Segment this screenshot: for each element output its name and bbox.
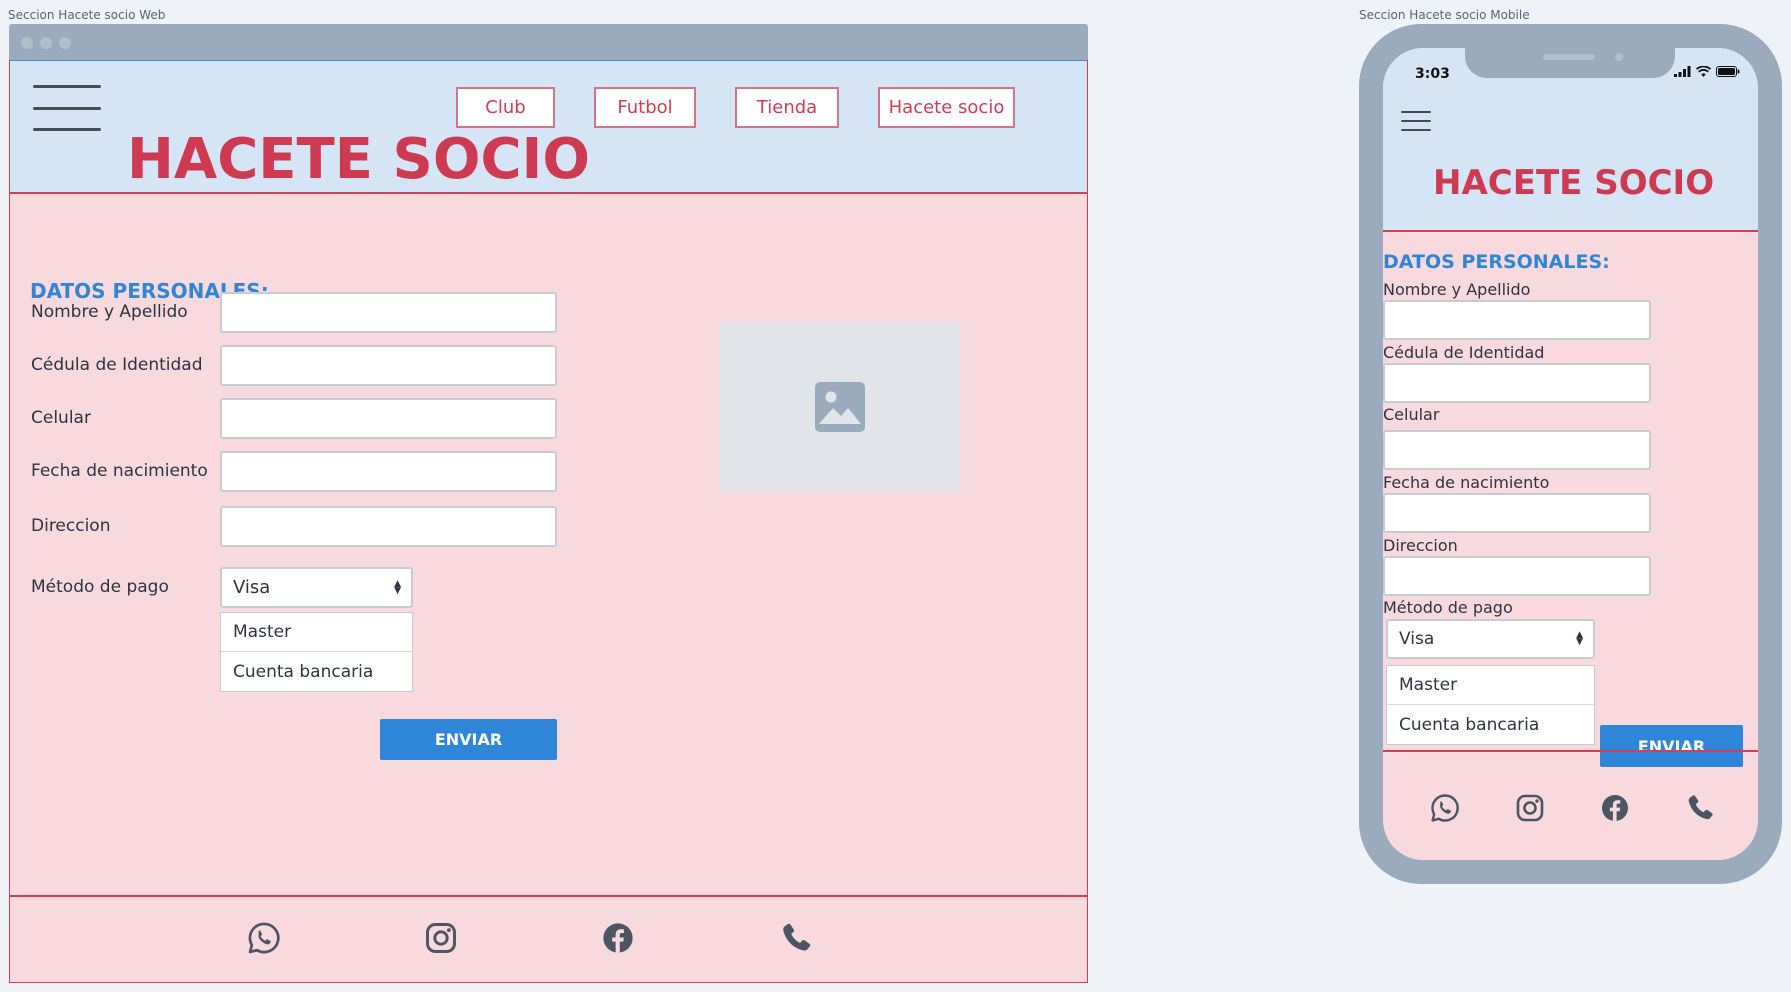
mobile-birthdate-input[interactable] <box>1383 493 1651 533</box>
select-caret-icon: ▲ ▼ <box>394 578 401 596</box>
mobile-whatsapp-icon[interactable] <box>1429 792 1461 824</box>
address-input[interactable] <box>220 506 557 547</box>
mobile-section-title: DATOS PERSONALES: <box>1383 251 1610 273</box>
web-footer <box>10 895 1087 983</box>
web-browser-frame: Club Futbol Tienda Hacete socio HACETE S… <box>9 24 1088 984</box>
payment-select[interactable]: Visa ▲ ▼ <box>220 567 413 608</box>
mobile-payment-selected-value: Visa <box>1399 629 1435 649</box>
mobile-field-label-address: Direccion <box>1383 536 1458 555</box>
instagram-icon[interactable] <box>423 920 459 956</box>
image-placeholder <box>719 323 960 491</box>
window-controls <box>21 37 71 49</box>
image-icon <box>814 382 865 432</box>
mobile-field-label-phone: Celular <box>1383 405 1440 424</box>
mobile-phone-icon[interactable] <box>1684 792 1716 824</box>
whatsapp-icon[interactable] <box>246 920 282 956</box>
mobile-footer <box>1383 750 1758 860</box>
mobile-field-label-name: Nombre y Apellido <box>1383 280 1531 299</box>
field-label-address: Direccion <box>31 516 111 536</box>
mobile-payment-option-master[interactable]: Master <box>1387 666 1594 705</box>
mobile-payment-select[interactable]: Visa ▲ ▼ <box>1386 619 1595 659</box>
mobile-header: 3:03 HACETE SOCIO <box>1383 48 1758 232</box>
phone-screen: 3:03 HACETE SOCIO DATOS PERSONALES: Nomb… <box>1383 48 1758 860</box>
mobile-payment-dropdown: Master Cuenta bancaria <box>1386 665 1595 745</box>
mobile-field-label-ci: Cédula de Identidad <box>1383 343 1545 362</box>
nav-club-button[interactable]: Club <box>456 87 555 128</box>
minimize-dot[interactable] <box>40 37 52 49</box>
name-input[interactable] <box>220 292 557 333</box>
browser-titlebar <box>9 24 1088 60</box>
mobile-address-input[interactable] <box>1383 556 1651 596</box>
submit-button[interactable]: ENVIAR <box>380 719 557 760</box>
facebook-icon[interactable] <box>600 920 636 956</box>
mobile-instagram-icon[interactable] <box>1514 792 1546 824</box>
mobile-frame-label: Seccion Hacete socio Mobile <box>1359 8 1530 22</box>
close-dot[interactable] <box>21 37 33 49</box>
phone-icon[interactable] <box>778 920 814 956</box>
phone-input[interactable] <box>220 398 557 439</box>
payment-selected-value: Visa <box>233 577 271 598</box>
field-label-birthdate: Fecha de nacimiento <box>31 461 208 481</box>
status-time: 3:03 <box>1415 66 1450 82</box>
phone-frame: 3:03 HACETE SOCIO DATOS PERSONALES: Nomb… <box>1359 24 1782 884</box>
mobile-facebook-icon[interactable] <box>1599 792 1631 824</box>
field-label-phone: Celular <box>31 408 91 428</box>
signal-icon <box>1674 66 1691 77</box>
birthdate-input[interactable] <box>220 451 557 492</box>
mobile-ci-input[interactable] <box>1383 363 1651 403</box>
payment-option-bank[interactable]: Cuenta bancaria <box>221 652 412 691</box>
web-frame-label: Seccion Hacete socio Web <box>8 8 166 22</box>
mobile-field-label-birthdate: Fecha de nacimiento <box>1383 473 1550 492</box>
mobile-phone-input[interactable] <box>1383 430 1651 470</box>
mobile-page-title: HACETE SOCIO <box>1433 163 1715 203</box>
nav-tienda-button[interactable]: Tienda <box>735 87 839 128</box>
payment-label: Método de pago <box>31 577 169 597</box>
nav-hacete-socio-button[interactable]: Hacete socio <box>878 87 1015 128</box>
nav-futbol-button[interactable]: Futbol <box>594 87 696 128</box>
web-header: Club Futbol Tienda Hacete socio HACETE S… <box>10 60 1087 194</box>
payment-dropdown: Master Cuenta bancaria <box>220 612 413 692</box>
field-label-ci: Cédula de Identidad <box>31 355 203 375</box>
mobile-hamburger-menu-icon[interactable] <box>1401 111 1431 131</box>
hamburger-menu-icon[interactable] <box>33 85 101 131</box>
battery-icon <box>1716 66 1740 77</box>
web-viewport: Club Futbol Tienda Hacete socio HACETE S… <box>9 60 1088 983</box>
mobile-name-input[interactable] <box>1383 300 1651 340</box>
status-icons <box>1674 66 1740 77</box>
maximize-dot[interactable] <box>59 37 71 49</box>
page-title: HACETE SOCIO <box>127 127 590 192</box>
wifi-icon <box>1696 66 1711 77</box>
phone-notch <box>1465 48 1675 78</box>
mobile-payment-option-bank[interactable]: Cuenta bancaria <box>1387 705 1594 744</box>
mobile-payment-label: Método de pago <box>1383 598 1513 617</box>
mobile-select-caret-icon: ▲ ▼ <box>1576 630 1583 647</box>
ci-input[interactable] <box>220 345 557 386</box>
payment-option-master[interactable]: Master <box>221 613 412 652</box>
field-label-name: Nombre y Apellido <box>31 302 188 322</box>
